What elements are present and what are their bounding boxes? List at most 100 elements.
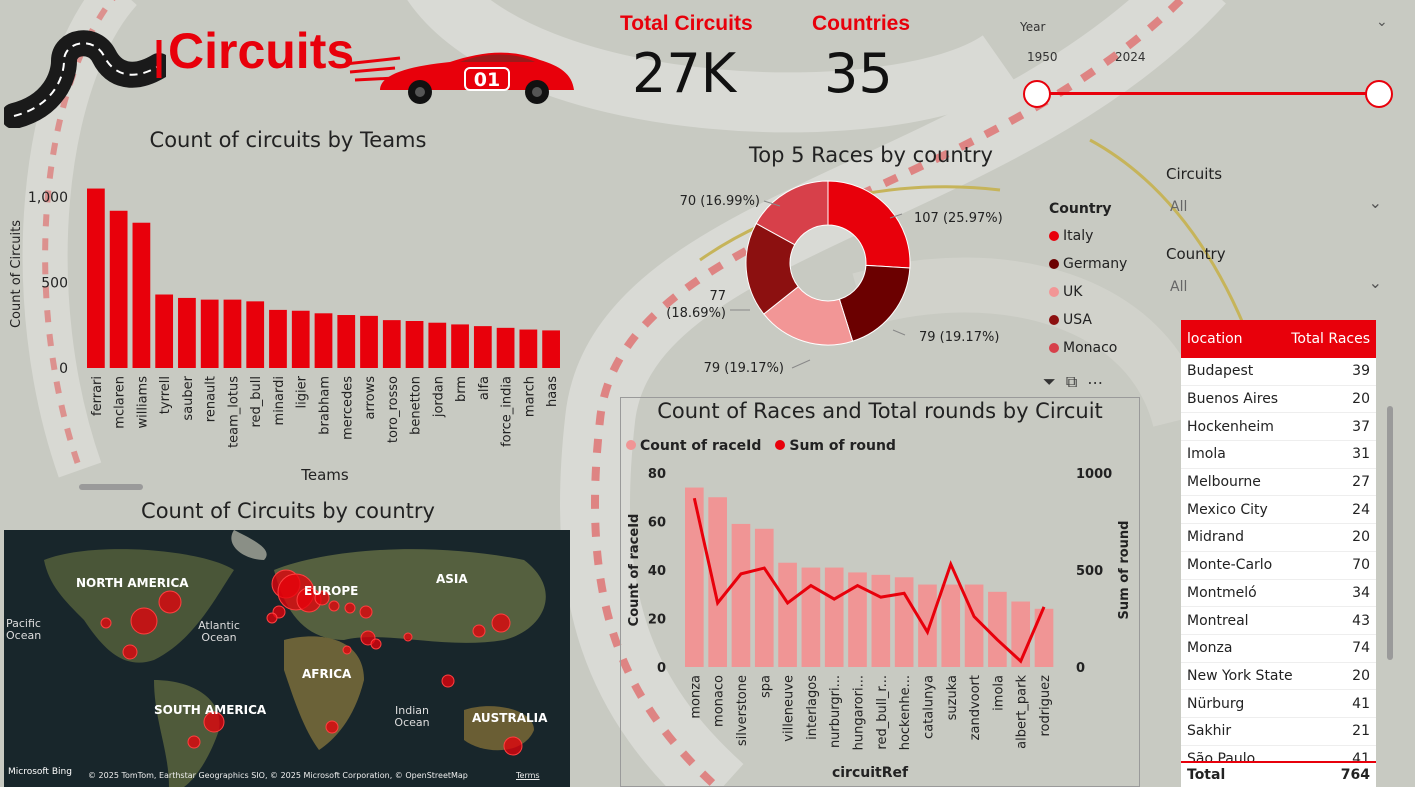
- table-row[interactable]: Hockenheim 37: [1181, 413, 1376, 442]
- map-attribution: © 2025 TomTom, Earthstar Geographics SIO…: [88, 771, 468, 780]
- legend-item-uk[interactable]: UK: [1049, 278, 1169, 306]
- filter-icon[interactable]: ⏷: [1043, 372, 1056, 392]
- table-row[interactable]: Montmeló 34: [1181, 580, 1376, 608]
- map-label-indian: Indian Ocean: [394, 704, 430, 729]
- table-row[interactable]: Monza 74: [1181, 635, 1376, 663]
- more-options-icon[interactable]: ⋯: [1087, 373, 1103, 392]
- x-tick-label: monza: [688, 675, 703, 719]
- table-total-label: Total: [1187, 767, 1226, 783]
- table-row[interactable]: Buenos Aires 20: [1181, 386, 1376, 414]
- legend-item-usa[interactable]: USA: [1049, 306, 1169, 334]
- chart-scrollbar[interactable]: [79, 484, 143, 490]
- year-slicer-min: 1950: [1027, 50, 1058, 64]
- map-chart-title: Count of Circuits by country: [141, 499, 435, 523]
- slice-label: 107 (25.97%): [914, 211, 1003, 226]
- legend-dot: [1049, 343, 1059, 353]
- y2-axis-label: Sum of round: [1117, 521, 1132, 620]
- bar-red_bull: [246, 301, 265, 368]
- map-terms-link[interactable]: Terms: [516, 771, 540, 780]
- table-scrollbar[interactable]: [1387, 406, 1393, 660]
- legend-label: Germany: [1063, 256, 1128, 272]
- circuits-dropdown-value: All: [1170, 199, 1188, 215]
- cell-total-races: 41: [1352, 695, 1370, 712]
- cell-location: Montreal: [1187, 612, 1249, 629]
- car-number: 01: [474, 69, 500, 91]
- bar-rodriguez: [1034, 608, 1054, 667]
- x-tick-label: zandvoort: [968, 675, 983, 740]
- circuit-bubble: [100, 617, 112, 629]
- legend-item-italy[interactable]: Italy: [1049, 222, 1169, 250]
- circuit-bubble: [266, 612, 278, 624]
- x-tick-label: sauber: [181, 375, 196, 420]
- table-row[interactable]: Montreal 43: [1181, 607, 1376, 635]
- map-label-north-america: NORTH AMERICA: [76, 576, 189, 590]
- focus-mode-icon[interactable]: ⧉: [1066, 372, 1077, 392]
- y-axis-label: Count of raceId: [627, 514, 642, 627]
- circuit-bubble: [187, 735, 201, 749]
- table-row[interactable]: Sakhir 21: [1181, 718, 1376, 746]
- y-tick-label: 60: [648, 516, 666, 531]
- table-row[interactable]: Nürburg 41: [1181, 690, 1376, 718]
- x-tick-label: rodriguez: [1038, 675, 1053, 737]
- table-header-location[interactable]: location: [1187, 331, 1243, 347]
- legend-label: Italy: [1063, 228, 1094, 244]
- bar-team_lotus: [223, 299, 242, 368]
- x-tick-label: alfa: [477, 376, 492, 400]
- bar-catalunya: [918, 584, 937, 667]
- country-dropdown-value: All: [1170, 279, 1188, 295]
- bar-suzuka: [941, 584, 961, 667]
- cell-total-races: 20: [1352, 391, 1370, 408]
- table-row[interactable]: Imola 31: [1181, 441, 1376, 469]
- legend-dot: [1049, 259, 1059, 269]
- cell-location: Nürburg: [1187, 695, 1245, 712]
- cell-location: New York State: [1187, 667, 1293, 684]
- bar-minardi: [269, 309, 287, 368]
- y-tick-label: 40: [648, 564, 666, 579]
- chevron-down-icon: ⌄: [1368, 193, 1382, 212]
- x-tick-label: monaco: [712, 675, 727, 727]
- table-row[interactable]: New York State 20: [1181, 663, 1376, 691]
- circuits-slicer-label: Circuits: [1166, 165, 1223, 183]
- legend-item-count: Count of raceId: [626, 438, 761, 454]
- bar-ferrari: [87, 188, 105, 368]
- circuit-bubble: [370, 638, 382, 650]
- year-slider-track[interactable]: [1037, 92, 1379, 95]
- legend-item-monaco[interactable]: Monaco: [1049, 334, 1169, 362]
- table-row[interactable]: Midrand 20: [1181, 524, 1376, 552]
- bar-interlagos: [801, 567, 821, 667]
- bar-sauber: [178, 297, 196, 368]
- table-row[interactable]: Mexico City 24: [1181, 496, 1376, 525]
- table-row[interactable]: Monte-Carlo 70: [1181, 552, 1376, 580]
- y-tick-label: 0: [657, 661, 666, 676]
- table-row[interactable]: Budapest 39: [1181, 358, 1376, 386]
- year-slider-max-handle[interactable]: [1365, 80, 1393, 108]
- x-tick-label: catalunya: [921, 675, 936, 739]
- bar-spa: [754, 528, 774, 667]
- legend-label: UK: [1063, 284, 1083, 300]
- table-row[interactable]: Melbourne 27: [1181, 469, 1376, 497]
- bar-arrows: [360, 315, 378, 368]
- x-tick-label: red_bull: [249, 376, 264, 428]
- circuits-dropdown[interactable]: All ⌄: [1166, 193, 1386, 221]
- x-tick-label: interlagos: [805, 675, 820, 740]
- teams-bar-chart: 0 500 1,000 Count of Circuits ferrari mclaren…: [9, 188, 560, 484]
- x-tick-label: red_bull_r...: [875, 675, 890, 750]
- country-dropdown[interactable]: All ⌄: [1166, 273, 1386, 301]
- table-header-total-races[interactable]: Total Races: [1291, 331, 1370, 347]
- x-tick-label: mercedes: [340, 376, 355, 440]
- bing-logo: Microsoft Bing: [8, 767, 72, 777]
- year-slider-min-handle[interactable]: [1023, 80, 1051, 108]
- cell-total-races: 24: [1352, 501, 1370, 518]
- circuits-world-map[interactable]: NORTH AMERICA EUROPE ASIA Pacific Ocean …: [4, 530, 570, 787]
- circuit-bubble: [130, 607, 158, 635]
- circuit-bubble: [344, 602, 356, 614]
- bar-ligier: [291, 310, 310, 368]
- legend-item-germany[interactable]: Germany: [1049, 250, 1169, 278]
- map-label-atlantic: Atlantic Ocean: [198, 619, 240, 644]
- chevron-down-icon[interactable]: ⌄: [1376, 14, 1388, 30]
- leader-line: [892, 329, 906, 336]
- y-tick-label: 500: [41, 276, 68, 292]
- bar-mercedes: [337, 315, 356, 368]
- donut-legend: Italy Germany UK USA Monaco: [1049, 222, 1169, 362]
- bar-williams: [132, 222, 151, 368]
